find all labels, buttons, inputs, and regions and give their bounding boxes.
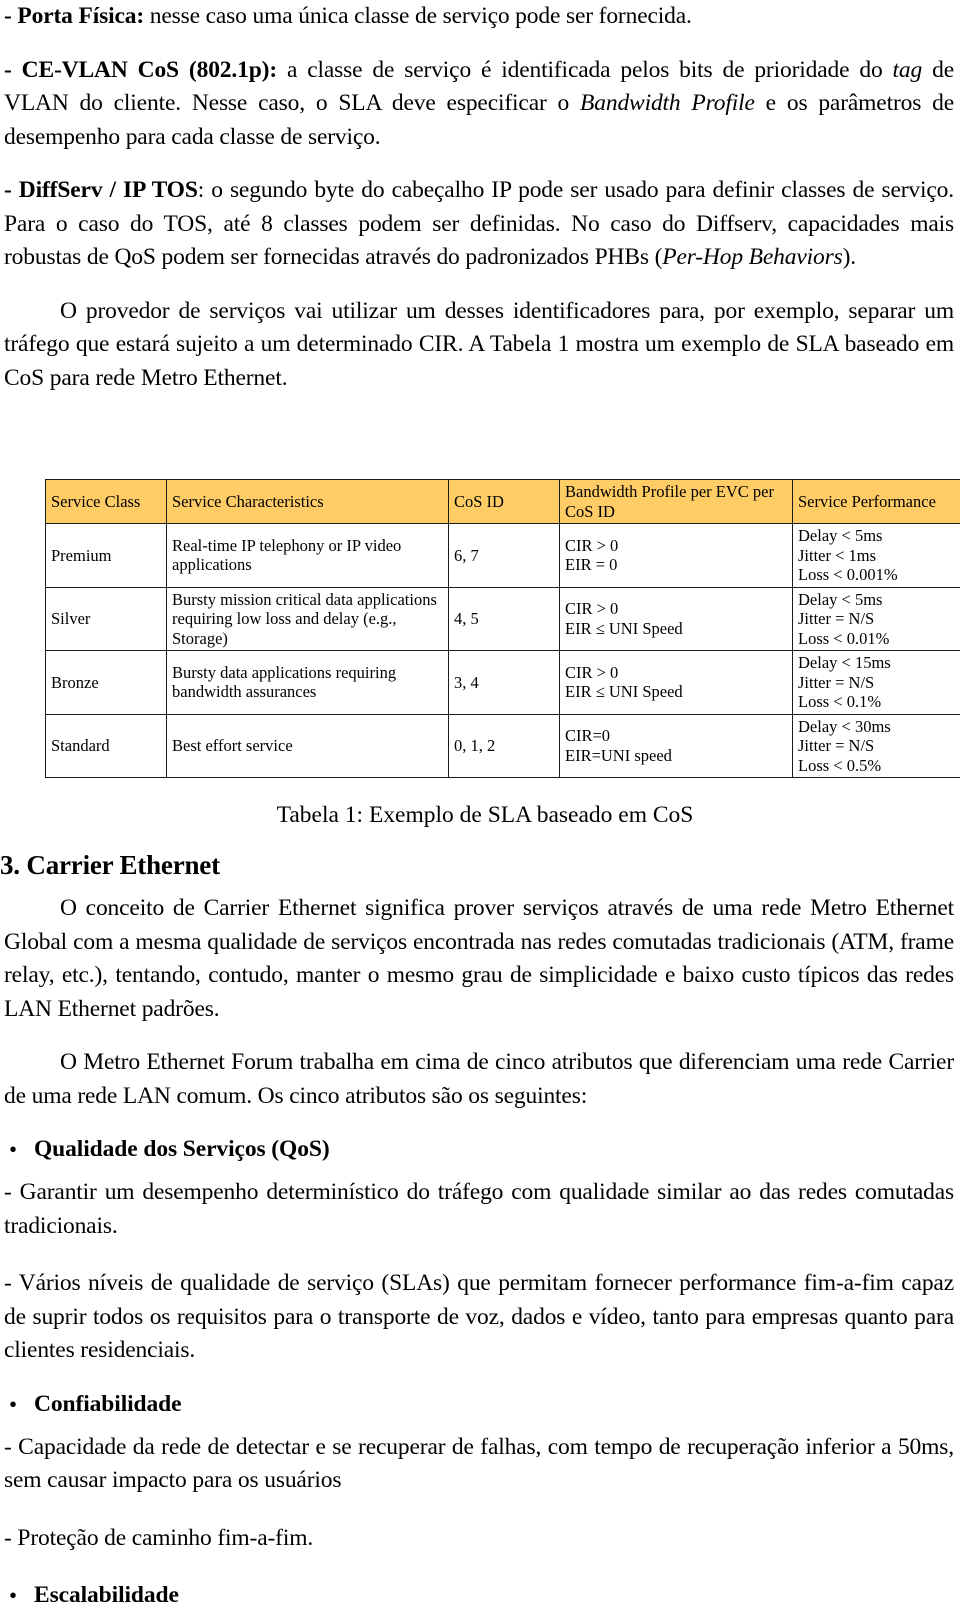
cell-service-performance: Delay < 30ms Jitter = N/S Loss < 0.5% (793, 714, 960, 778)
paragraph-text: - CE-VLAN CoS (802.1p): a classe de serv… (4, 54, 954, 155)
section-heading-carrier-ethernet: 3. Carrier Ethernet (0, 848, 960, 882)
bandwidth-line: CIR > 0 (565, 663, 787, 683)
cell-cos-id: 0, 1, 2 (449, 714, 560, 778)
performance-line: Delay < 15ms (798, 653, 960, 673)
bandwidth-line: EIR = 0 (565, 555, 787, 575)
bullet-dot-icon: • (0, 1133, 34, 1166)
cell-cos-id: 3, 4 (449, 651, 560, 715)
cell-bandwidth-profile: CIR=0 EIR=UNI speed (560, 714, 793, 778)
table-body: Premium Real-time IP telephony or IP vid… (46, 524, 960, 778)
paragraph-conceito: O conceito de Carrier Ethernet significa… (4, 892, 954, 1026)
cell-service-characteristics: Best effort service (167, 714, 449, 778)
performance-line: Delay < 5ms (798, 590, 960, 610)
column-header-service-class: Service Class (46, 480, 167, 524)
paragraph-text: - DiffServ / IP TOS: o segundo byte do c… (4, 174, 954, 275)
sla-table-container: Service Class Service Characteristics Co… (45, 479, 911, 778)
cell-service-class: Standard (46, 714, 167, 778)
paragraph-mef: O Metro Ethernet Forum trabalha em cima … (4, 1046, 954, 1113)
performance-line: Loss < 0.1% (798, 692, 960, 712)
sla-table: Service Class Service Characteristics Co… (45, 479, 960, 778)
emphasis-per-hop-behaviors: Per-Hop Behaviors (662, 244, 842, 270)
performance-line: Jitter < 1ms (798, 546, 960, 566)
bullet-label: Qualidade dos Serviços (QoS) (34, 1133, 330, 1166)
paragraph-text: O Metro Ethernet Forum trabalha em cima … (4, 1046, 954, 1113)
emphasis-bandwidth-profile: Bandwidth Profile (580, 90, 755, 116)
diffserv-body-2: ). (843, 244, 856, 270)
performance-line: Jitter = N/S (798, 673, 960, 693)
column-header-cos-id: CoS ID (449, 480, 560, 524)
cell-service-class: Bronze (46, 651, 167, 715)
cell-cos-id: 4, 5 (449, 587, 560, 651)
term-ce-vlan-cos: - CE-VLAN CoS (802.1p): (4, 57, 277, 83)
cell-bandwidth-profile: CIR > 0 EIR ≤ UNI Speed (560, 587, 793, 651)
paragraph-qos-dash-1: - Garantir um desempenho determinístico … (4, 1176, 954, 1243)
porta-fisica-body: nesse caso uma única classe de serviço p… (144, 3, 692, 29)
paragraph-qos-dash-2: - Vários níveis de qualidade de serviço … (4, 1267, 954, 1368)
column-header-service-characteristics: Service Characteristics (167, 480, 449, 524)
table-row: Standard Best effort service 0, 1, 2 CIR… (46, 714, 960, 778)
cell-bandwidth-profile: CIR > 0 EIR ≤ UNI Speed (560, 651, 793, 715)
cell-service-class: Silver (46, 587, 167, 651)
bandwidth-line: CIR > 0 (565, 536, 787, 556)
paragraph-provedor: O provedor de serviços vai utilizar um d… (4, 295, 954, 396)
paragraph-diffserv-ip-tos: - DiffServ / IP TOS: o segundo byte do c… (4, 174, 954, 275)
paragraph-text: O provedor de serviços vai utilizar um d… (4, 295, 954, 396)
cell-service-performance: Delay < 15ms Jitter = N/S Loss < 0.1% (793, 651, 960, 715)
document-page: - Porta Física: nesse caso uma única cla… (0, 0, 960, 1416)
cell-bandwidth-profile: CIR > 0 EIR = 0 (560, 524, 793, 588)
paragraph-text: O conceito de Carrier Ethernet significa… (4, 892, 954, 1026)
column-header-bandwidth-profile: Bandwidth Profile per EVC per CoS ID (560, 480, 793, 524)
table-row: Silver Bursty mission critical data appl… (46, 587, 960, 651)
cell-service-characteristics: Bursty data applications requiring bandw… (167, 651, 449, 715)
performance-line: Loss < 0.5% (798, 756, 960, 776)
term-diffserv: - DiffServ / IP TOS (4, 177, 198, 203)
bullet-item-qos: • Qualidade dos Serviços (QoS) (0, 1133, 960, 1166)
paragraph-confiabilidade-dash-1: - Capacidade da rede de detectar e se re… (4, 1431, 954, 1498)
performance-line: Delay < 30ms (798, 717, 960, 737)
table-caption: Tabela 1: Exemplo de SLA baseado em CoS (0, 800, 960, 830)
bandwidth-line: EIR ≤ UNI Speed (565, 619, 787, 639)
bandwidth-line: EIR ≤ UNI Speed (565, 682, 787, 702)
bandwidth-line: EIR=UNI speed (565, 746, 787, 766)
cell-cos-id: 6, 7 (449, 524, 560, 588)
bandwidth-line: CIR=0 (565, 726, 787, 746)
ce-vlan-body-1: a classe de serviço é identificada pelos… (277, 57, 893, 83)
table-header: Service Class Service Characteristics Co… (46, 480, 960, 524)
performance-line: Delay < 5ms (798, 526, 960, 546)
performance-line: Jitter = N/S (798, 736, 960, 756)
paragraph-text: - Capacidade da rede de detectar e se re… (4, 1431, 954, 1498)
paragraph-text: - Garantir um desempenho determinístico … (4, 1176, 954, 1243)
table-row: Premium Real-time IP telephony or IP vid… (46, 524, 960, 588)
bullet-item-escalabilidade: • Escalabilidade (0, 1579, 960, 1612)
paragraph-porta-fisica: - Porta Física: nesse caso uma única cla… (4, 0, 954, 34)
cell-service-class: Premium (46, 524, 167, 588)
paragraph-text: - Porta Física: nesse caso uma única cla… (4, 0, 954, 34)
emphasis-tag: tag (893, 57, 923, 83)
cell-service-characteristics: Real-time IP telephony or IP video appli… (167, 524, 449, 588)
cell-service-performance: Delay < 5ms Jitter = N/S Loss < 0.01% (793, 587, 960, 651)
bandwidth-line: CIR > 0 (565, 599, 787, 619)
table-row: Bronze Bursty data applications requirin… (46, 651, 960, 715)
performance-line: Loss < 0.001% (798, 565, 960, 585)
paragraph-ce-vlan-cos: - CE-VLAN CoS (802.1p): a classe de serv… (4, 54, 954, 155)
paragraph-text: - Proteção de caminho fim-a-fim. (4, 1522, 954, 1556)
paragraph-confiabilidade-dash-2: - Proteção de caminho fim-a-fim. (4, 1522, 954, 1556)
paragraph-text: - Vários níveis de qualidade de serviço … (4, 1267, 954, 1368)
cell-service-characteristics: Bursty mission critical data application… (167, 587, 449, 651)
cell-service-performance: Delay < 5ms Jitter < 1ms Loss < 0.001% (793, 524, 960, 588)
term-porta-fisica: - Porta Física: (4, 3, 144, 29)
bullet-dot-icon: • (0, 1579, 34, 1612)
bullet-label: Escalabilidade (34, 1579, 179, 1612)
table-header-row: Service Class Service Characteristics Co… (46, 480, 960, 524)
column-header-service-performance: Service Performance (793, 480, 960, 524)
performance-line: Jitter = N/S (798, 609, 960, 629)
performance-line: Loss < 0.01% (798, 629, 960, 649)
